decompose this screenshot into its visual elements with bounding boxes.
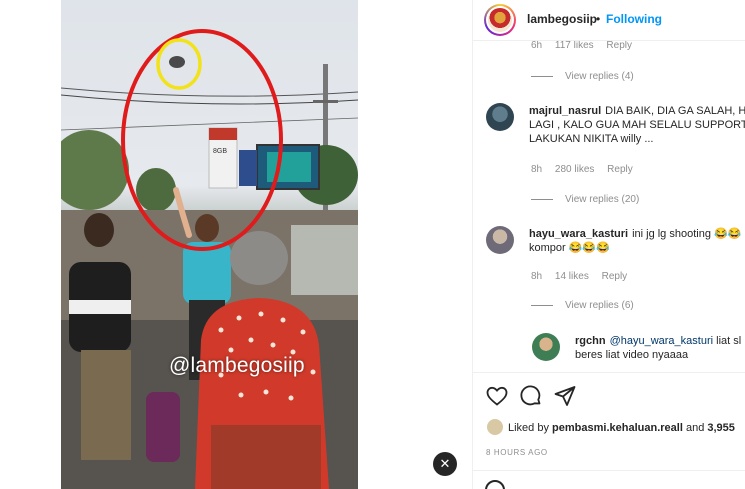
separator-dot: •: [596, 12, 601, 26]
liker-avatar[interactable]: [487, 419, 503, 435]
commenter-avatar[interactable]: [486, 226, 514, 254]
video-watermark: @lambegosiip: [169, 354, 305, 377]
actions-divider: [473, 372, 745, 373]
likes-count[interactable]: 3,955: [707, 422, 735, 434]
reply-button[interactable]: Reply: [602, 271, 628, 282]
view-replies-button[interactable]: View replies (20): [531, 194, 639, 205]
liked-by-label: Liked by: [508, 421, 549, 434]
comment-item: majrul_nasrul DIA BAIK, DIA GA SALAH, H L…: [529, 104, 745, 146]
billboard-text: 8GB: [213, 148, 227, 155]
account-username[interactable]: lambegosiip: [527, 12, 597, 26]
commenter-avatar[interactable]: [532, 333, 560, 361]
liked-by-user[interactable]: pembasmi.kehaluan.reall: [552, 422, 683, 434]
comment-meta: 8h 280 likes Reply: [531, 164, 643, 175]
post-video[interactable]: 8GB @lambegosiip: [61, 0, 358, 489]
smiley-icon[interactable]: [485, 480, 505, 489]
liked-and-label: and: [685, 421, 705, 434]
post-header: lambegosiip • Following: [473, 0, 745, 40]
comment-meta: 6h 117 likes Reply: [531, 41, 642, 51]
view-replies-button[interactable]: View replies (4): [531, 71, 634, 82]
comment-username[interactable]: rgchn: [575, 335, 606, 347]
post-media-pane: 8GB @lambegosiip ✕: [0, 0, 472, 489]
comment-username[interactable]: majrul_nasrul: [529, 105, 601, 117]
post-timestamp[interactable]: 8 HOURS AGO: [486, 448, 548, 457]
speaker-mute-icon[interactable]: ✕: [433, 452, 457, 476]
comment-box-divider: [473, 470, 745, 471]
comment-username[interactable]: hayu_wara_kasturi: [529, 228, 628, 240]
commenter-avatar[interactable]: [486, 103, 514, 131]
comment-age: 8h: [531, 271, 543, 282]
comment-likes[interactable]: 117 likes: [555, 41, 594, 51]
comment-likes[interactable]: 14 likes: [555, 271, 589, 282]
comment-item: hayu_wara_kasturi ini jg lg shooting 😂😂 k…: [529, 227, 745, 255]
comment-mention[interactable]: @hayu_wara_kasturi: [610, 335, 714, 347]
account-avatar[interactable]: [484, 4, 516, 36]
comment-meta: 8h 14 likes Reply: [531, 271, 637, 282]
video-frame: 8GB: [61, 29, 358, 489]
reply-button[interactable]: Reply: [606, 41, 632, 51]
reply-button[interactable]: Reply: [607, 164, 633, 175]
post-sidebar: lambegosiip • Following 6h 117 likes Rep…: [472, 0, 745, 489]
comment-bubble-icon[interactable]: [519, 384, 543, 408]
reply-item: rgchn @hayu_wara_kasturi liat sl beres li…: [575, 334, 745, 362]
comment-age: 8h: [531, 164, 543, 175]
comments-list[interactable]: 6h 117 likes Reply View replies (4) majr…: [473, 41, 745, 371]
paper-plane-icon[interactable]: [553, 384, 577, 408]
liked-by-summary: Liked by pembasmi.kehaluan.reall and 3,9…: [487, 419, 735, 436]
thrown-object: [169, 56, 185, 68]
following-button[interactable]: Following: [606, 12, 662, 26]
view-replies-button[interactable]: View replies (6): [531, 300, 634, 311]
comment-age: 6h: [531, 41, 543, 51]
heart-icon[interactable]: [485, 384, 509, 408]
comment-likes[interactable]: 280 likes: [555, 164, 594, 175]
